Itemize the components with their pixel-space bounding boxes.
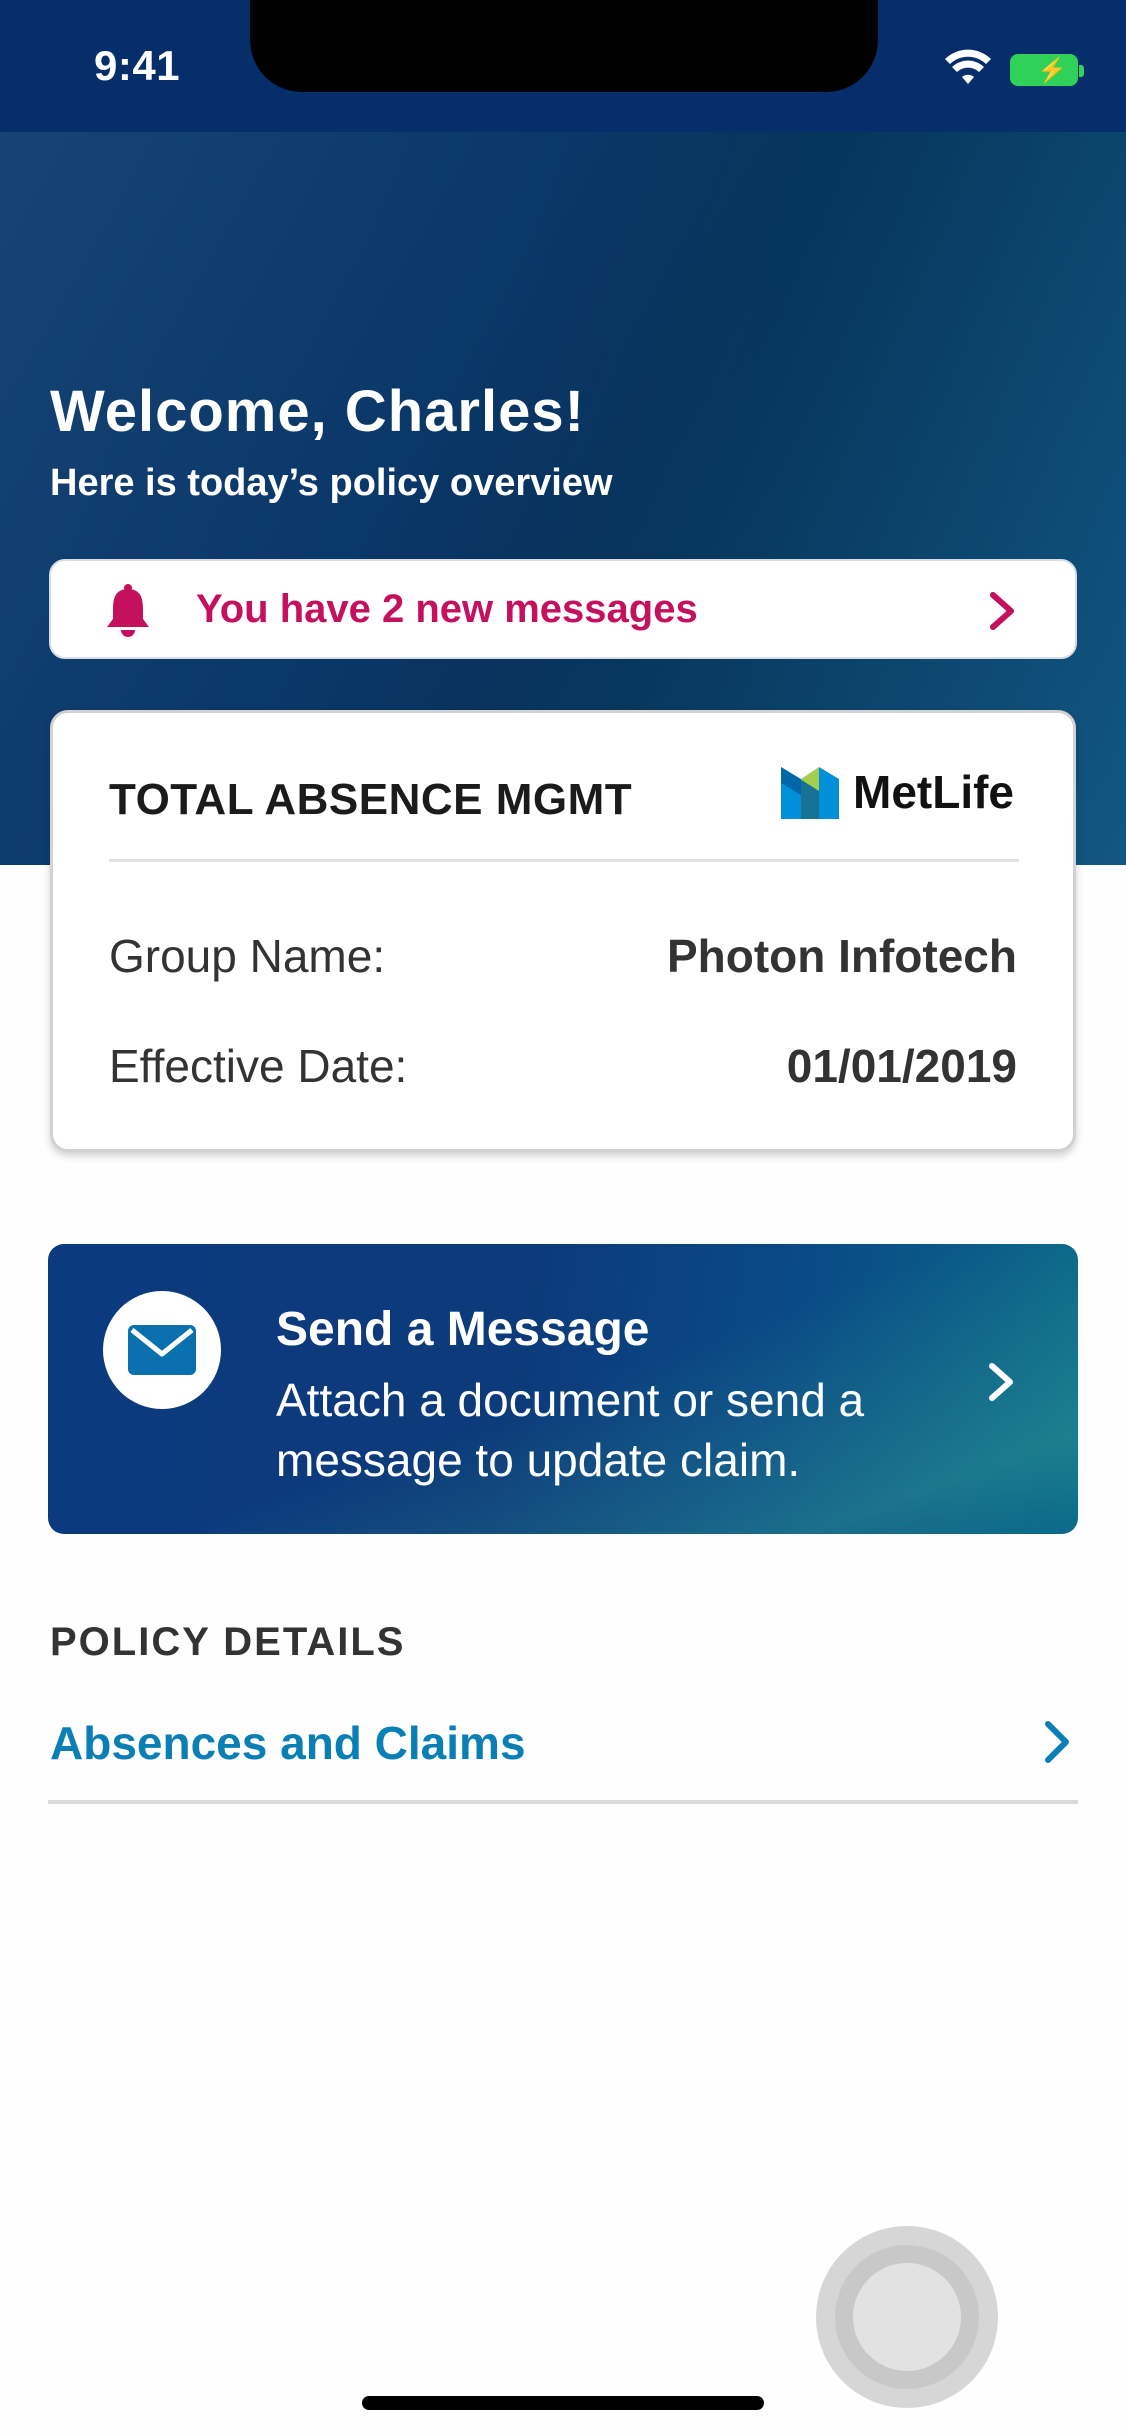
effective-date-label: Effective Date: xyxy=(109,1040,408,1092)
assistive-touch-button[interactable] xyxy=(816,2226,998,2408)
status-time: 9:41 xyxy=(94,42,181,89)
chevron-right-icon xyxy=(1045,1721,1069,1763)
policy-title: TOTAL ABSENCE MGMT xyxy=(109,775,633,824)
bell-icon xyxy=(107,584,149,637)
group-name-value: Photon Infotech xyxy=(666,930,1017,982)
effective-date-value: 01/01/2019 xyxy=(786,1040,1017,1092)
absences-and-claims-label: Absences and Claims xyxy=(50,1717,526,1769)
chevron-right-icon xyxy=(989,1363,1013,1401)
brand-name: MetLife xyxy=(853,766,1014,818)
policy-card: TOTAL ABSENCE MGMT MetLife Group Name: P… xyxy=(50,710,1076,1152)
chevron-right-icon xyxy=(990,592,1014,630)
home-indicator[interactable] xyxy=(362,2396,764,2410)
battery-icon: ⚡ xyxy=(1010,54,1084,86)
charging-icon: ⚡ xyxy=(1037,57,1067,84)
divider xyxy=(109,859,1019,862)
new-messages-banner[interactable]: You have 2 new messages xyxy=(49,559,1077,659)
absences-and-claims-link[interactable]: Absences and Claims xyxy=(48,1700,1078,1808)
mail-icon-circle xyxy=(103,1291,221,1409)
app-screen: 9:41 ⚡ Welcome, Charles! Here is today’s… xyxy=(0,0,1126,2436)
overview-subtitle: Here is today’s policy overview xyxy=(50,462,613,504)
send-message-subtitle: Attach a document or send a message to u… xyxy=(276,1374,865,1486)
mail-icon xyxy=(128,1325,196,1375)
send-message-card[interactable]: Send a Message Attach a document or send… xyxy=(48,1244,1078,1534)
divider xyxy=(48,1800,1078,1804)
policy-details-heading: POLICY DETAILS xyxy=(50,1620,406,1664)
status-bar: 9:41 ⚡ xyxy=(0,0,1126,132)
welcome-heading: Welcome, Charles! xyxy=(50,379,585,444)
group-name-label: Group Name: xyxy=(109,930,386,982)
device-notch xyxy=(250,0,878,92)
wifi-icon xyxy=(945,49,991,84)
metlife-logo xyxy=(781,767,839,819)
new-messages-text: You have 2 new messages xyxy=(196,587,698,631)
send-message-title: Send a Message xyxy=(276,1303,650,1356)
